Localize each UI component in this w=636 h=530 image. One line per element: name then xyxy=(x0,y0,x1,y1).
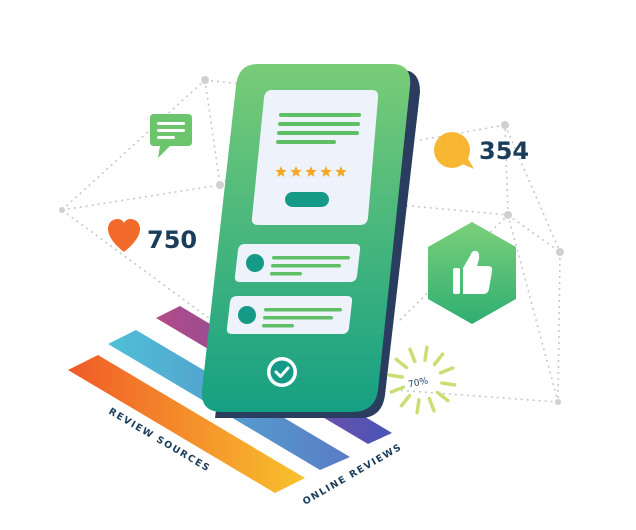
heart-icon xyxy=(108,219,140,252)
burst-ray xyxy=(394,357,409,370)
burst-ray xyxy=(415,398,421,415)
review-illustration-svg: REVIEW SOURCES ONLINE REVIEWS 750 354 70… xyxy=(59,64,564,508)
burst-ray xyxy=(423,345,429,362)
burst-ray xyxy=(389,385,406,394)
burst-ray xyxy=(432,352,445,367)
burst-ray xyxy=(387,373,404,379)
burst-ray xyxy=(399,393,412,408)
avatar xyxy=(238,306,256,324)
avatar xyxy=(246,254,264,272)
percent-label: 70% xyxy=(407,376,429,390)
smartphone xyxy=(201,64,420,418)
thumbs-up-badge xyxy=(428,222,516,324)
chat-message-icon xyxy=(150,114,192,158)
comments-count: 354 xyxy=(479,137,529,165)
check-button[interactable] xyxy=(267,357,297,387)
burst-ray xyxy=(435,390,450,403)
burst-ray xyxy=(438,366,455,375)
burst-ray xyxy=(408,347,417,364)
burst-ray xyxy=(440,381,457,387)
speech-bubble-icon xyxy=(434,132,474,169)
likes-count: 750 xyxy=(147,226,197,254)
burst-ray xyxy=(427,396,436,413)
illustration: REVIEW SOURCES ONLINE REVIEWS 750 354 70… xyxy=(0,0,636,530)
submit-review-button[interactable] xyxy=(285,192,329,207)
